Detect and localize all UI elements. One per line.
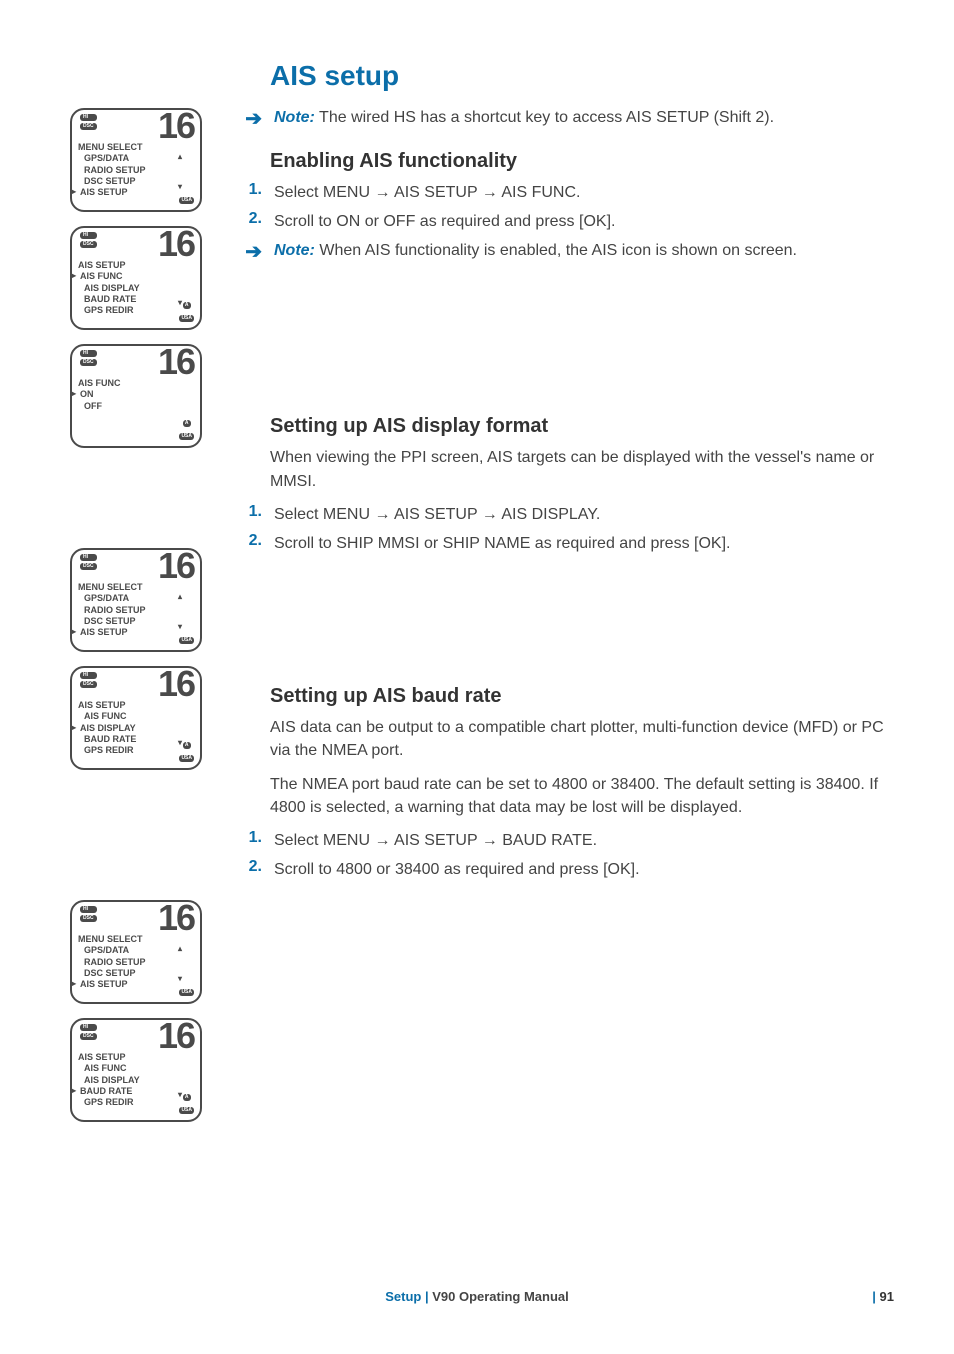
screen-group-ais-display: HIDSC 16 MENU SELECT GPS/DATA RADIO SETU… [70, 548, 220, 784]
page-footer: Setup | V90 Operating Manual | 91 [0, 1289, 954, 1304]
arrow-icon: ➔ [240, 106, 262, 132]
screen-group-ais-func: HI DSC 16 MENU SELECT GPS/DATA RADIO SET… [70, 108, 220, 462]
footer-manual: V90 Operating Manual [432, 1289, 569, 1304]
section-title: Enabling AIS functionality [270, 150, 900, 173]
usa-badge: USA [179, 197, 194, 204]
page-number: | 91 [872, 1289, 894, 1304]
steps-list: Select MENU → AIS SETUP → AIS FUNC. Scro… [240, 181, 900, 233]
note-ais-icon: ➔ Note: When AIS functionality is enable… [240, 239, 900, 265]
channel-number: 16 [158, 108, 194, 144]
lcd-screen-ais-setup-2: HIDSC 16 AIS SETUP AIS FUNC AIS DISPLAY … [70, 666, 202, 770]
lcd-screen-menu-select-3: HIDSC 16 MENU SELECT GPS/DATA RADIO SETU… [70, 900, 202, 1004]
lcd-screen-menu-select-2: HIDSC 16 MENU SELECT GPS/DATA RADIO SETU… [70, 548, 202, 652]
screen-group-baud-rate: HIDSC 16 MENU SELECT GPS/DATA RADIO SETU… [70, 900, 220, 1136]
section-baud-rate: Setting up AIS baud rate AIS data can be… [240, 685, 900, 881]
step-text: Select MENU → AIS SETUP → BAUD RATE. [274, 829, 597, 852]
lcd-screen-ais-func: HIDSC 16 AIS FUNC ON OFF AUSA [70, 344, 202, 448]
hi-badge: HI [80, 114, 97, 121]
section-title: Setting up AIS baud rate [270, 685, 900, 708]
page-title: AIS setup [270, 60, 900, 92]
body-text: The NMEA port baud rate can be set to 48… [270, 773, 900, 819]
dsc-badge: DSC [80, 123, 97, 130]
body-text: AIS data can be output to a compatible c… [270, 716, 900, 762]
status-badges: HI DSC [80, 114, 97, 130]
steps-list: Select MENU → AIS SETUP → BAUD RATE. Scr… [240, 829, 900, 881]
lcd-screen-ais-setup-3: HIDSC 16 AIS SETUP AIS FUNC AIS DISPLAY … [70, 1018, 202, 1122]
step-text: Select MENU → AIS SETUP → AIS DISPLAY. [274, 503, 600, 526]
step-text: Scroll to SHIP MMSI or SHIP NAME as requ… [274, 532, 730, 555]
section-ais-display: Setting up AIS display format When viewi… [240, 415, 900, 555]
lcd-menu: MENU SELECT GPS/DATA RADIO SETUP DSC SET… [78, 142, 178, 198]
section-enabling-ais: Enabling AIS functionality Select MENU →… [240, 150, 900, 265]
main-content: AIS setup ➔ Note: The wired HS has a sho… [240, 60, 900, 881]
section-title: Setting up AIS display format [270, 415, 900, 438]
step-text: Scroll to 4800 or 38400 as required and … [274, 858, 640, 881]
note-shortcut: ➔ Note: The wired HS has a shortcut key … [240, 106, 900, 132]
lcd-screen-ais-setup: HIDSC 16 AIS SETUP AIS FUNC AIS DISPLAY … [70, 226, 202, 330]
step-text: Scroll to ON or OFF as required and pres… [274, 210, 615, 233]
lcd-screen-menu-select: HI DSC 16 MENU SELECT GPS/DATA RADIO SET… [70, 108, 202, 212]
step-text: Select MENU → AIS SETUP → AIS FUNC. [274, 181, 580, 204]
intro-text: When viewing the PPI screen, AIS targets… [270, 446, 900, 492]
footer-section: Setup [385, 1289, 421, 1304]
arrow-icon: ➔ [240, 239, 262, 265]
steps-list: Select MENU → AIS SETUP → AIS DISPLAY. S… [240, 503, 900, 555]
